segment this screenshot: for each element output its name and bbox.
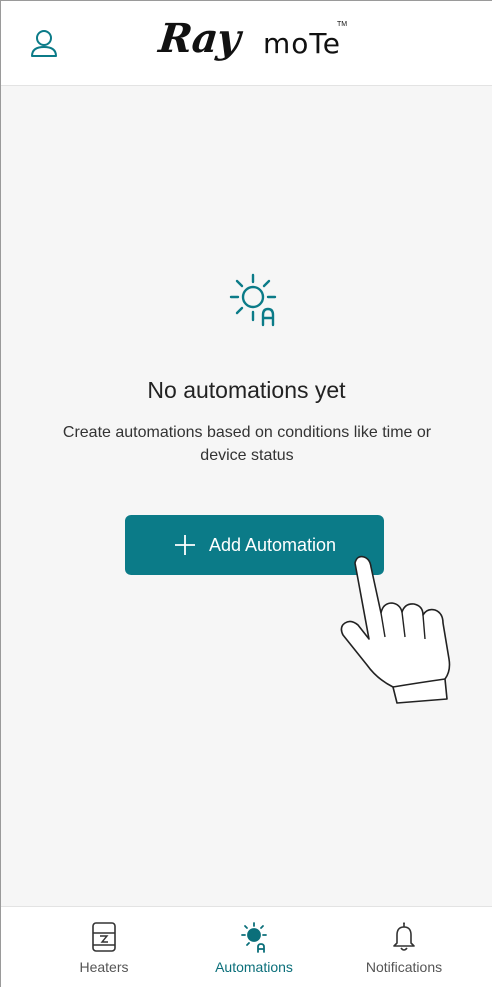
empty-state-description: Create automations based on conditions l… (62, 424, 432, 464)
heater-icon (92, 922, 116, 952)
bell-icon (393, 922, 415, 951)
nav-label-notifications: Notifications (365, 959, 443, 975)
plus-icon (174, 535, 195, 555)
logo-trademark: TM (337, 21, 348, 28)
bottom-navigation: Heaters Automations Notifications (1, 906, 492, 987)
add-automation-label: Add Automation (208, 534, 337, 555)
logo-suffix-text: moTe (263, 27, 341, 60)
user-icon (31, 30, 57, 57)
app-logo: Ray moTe TM (156, 15, 359, 71)
pointing-hand-icon (340, 555, 451, 704)
nav-label-automations: Automations (215, 959, 293, 975)
nav-item-automations[interactable]: Automations (179, 907, 329, 987)
app-screen: Ray moTe TM No automations yet Create au… (0, 0, 492, 987)
nav-item-heaters[interactable]: Heaters (29, 907, 179, 987)
empty-state-title: No automations yet (147, 377, 346, 403)
logo-main-text: Ray (156, 15, 242, 62)
automation-sun-icon (229, 273, 277, 327)
nav-label-heaters: Heaters (79, 959, 129, 975)
profile-button[interactable] (27, 27, 61, 61)
nav-item-notifications[interactable]: Notifications (329, 907, 479, 987)
app-header: Ray moTe TM (1, 1, 492, 86)
automation-icon (241, 922, 267, 953)
